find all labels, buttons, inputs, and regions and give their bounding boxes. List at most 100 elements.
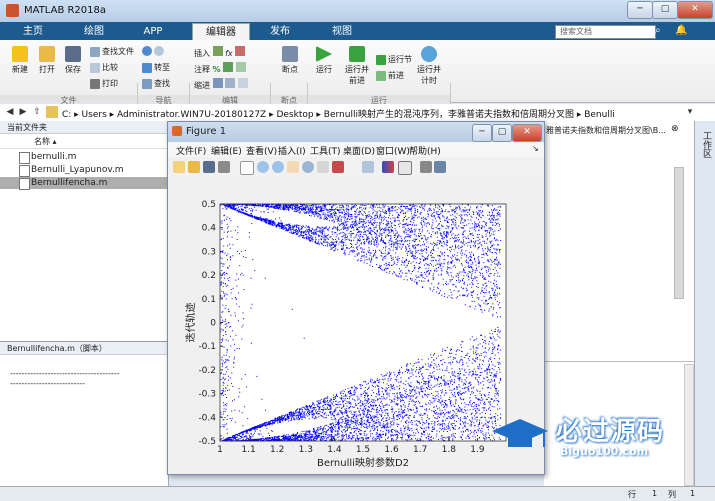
tab-5[interactable]: 视图 (320, 23, 364, 40)
advance-button[interactable]: 前进 (376, 70, 404, 81)
y-tick-label: -0.5 (198, 437, 216, 447)
window-title: MATLAB R2018a (24, 5, 107, 16)
forward-icon[interactable]: ▶ (17, 106, 29, 118)
save-button[interactable]: 保存 (61, 46, 85, 75)
y-tick-label: 0.3 (202, 247, 216, 257)
insert-button[interactable]: 插入 fx (194, 46, 246, 59)
details-line: -------------------------------------- (10, 369, 120, 378)
figure-icon (172, 126, 182, 136)
chevron-down-icon[interactable]: ▾ (684, 106, 696, 118)
figure-menu-item[interactable]: 工具(T) (310, 144, 341, 157)
y-tick-label: 0.1 (202, 295, 216, 305)
editor-toolstrip: 新建 打开 保存 查找文件 比较 打印 转至 查找 插入 fx 注释 % 缩进 … (0, 40, 715, 141)
tab-0[interactable]: 主页 (14, 23, 52, 40)
col-label: 列 (668, 490, 676, 499)
figure-maximize-button[interactable]: ▢ (492, 124, 512, 142)
insert-section-icon (212, 46, 223, 56)
run-section-button[interactable]: 运行节 (376, 54, 412, 65)
open-folder-icon (39, 46, 55, 62)
figure-menu-item[interactable]: 窗口(W) (376, 144, 410, 157)
zoom-out-icon[interactable] (272, 161, 284, 173)
colorbar-icon[interactable] (382, 161, 394, 173)
tab-3[interactable]: 编辑器 (192, 23, 250, 41)
y-tick-label: -0.1 (198, 342, 216, 352)
run-advance-button[interactable]: 运行并 前进 (342, 46, 372, 86)
list-item[interactable]: bernulli.m (0, 151, 168, 164)
maximize-button[interactable]: ▢ (652, 1, 678, 19)
print-figure-icon[interactable] (218, 161, 230, 173)
new-figure-icon[interactable] (173, 161, 185, 173)
figure-menu-item[interactable]: 查看(V) (246, 144, 277, 157)
tab-4[interactable]: 发布 (258, 23, 302, 40)
x-tick-label: 1.7 (413, 445, 427, 455)
comment-button[interactable]: 注释 % (194, 62, 246, 75)
indent-button[interactable]: 缩进 (194, 78, 248, 91)
rotate-icon[interactable] (302, 161, 314, 173)
back-icon (142, 46, 152, 56)
hide-tools-icon[interactable] (420, 161, 432, 173)
figure-close-button[interactable]: ✕ (512, 124, 542, 142)
run-button[interactable]: 运行 (312, 46, 336, 75)
figure-menu-item[interactable]: 插入(I) (278, 144, 306, 157)
matlab-logo-icon (6, 4, 19, 17)
comment-icon (223, 62, 234, 72)
breakpoints-button[interactable]: 断点 (276, 46, 304, 75)
print-icon (90, 78, 100, 89)
breadcrumb[interactable]: C: ▸ Users ▸ Administrator.WIN7U-2018012… (62, 107, 615, 120)
figure-menu-item[interactable]: 帮助(H) (409, 144, 441, 157)
search-docs-input[interactable]: 搜索文档 (555, 25, 656, 39)
find-button[interactable]: 查找 (142, 78, 170, 89)
workspace-label[interactable]: 工作区 (700, 131, 713, 158)
insert-template-icon (235, 46, 246, 56)
open-file-icon[interactable] (188, 161, 200, 173)
zoom-in-icon[interactable] (257, 161, 269, 173)
run-time-button[interactable]: 运行并 计时 (414, 46, 444, 86)
minimize-button[interactable]: ─ (627, 1, 653, 19)
show-tools-icon[interactable] (434, 161, 446, 173)
back-icon[interactable]: ◀ (4, 106, 16, 118)
editor-close-icon[interactable]: ⊗ (671, 124, 679, 134)
save-figure-icon[interactable] (203, 161, 215, 173)
editor-scrollbar[interactable] (674, 167, 684, 299)
goto-icon (142, 62, 152, 73)
x-tick-label: 1.3 (299, 445, 313, 455)
workspace-strip[interactable]: 工作区 (694, 121, 715, 486)
y-tick-label: 0.5 (202, 200, 216, 210)
editor-tab[interactable]: 雅普诺夫指数和倍周期分叉图\B... (546, 125, 666, 136)
goto-button[interactable]: 转至 (142, 62, 170, 73)
breakpoint-icon (282, 46, 298, 62)
open-button[interactable]: 打开 (35, 46, 59, 75)
data-cursor-icon[interactable] (317, 161, 329, 173)
figure-menu-item[interactable]: 文件(F) (176, 144, 206, 157)
legend-icon[interactable] (398, 161, 412, 175)
pointer-icon[interactable] (240, 161, 254, 175)
print-button[interactable]: 打印 (90, 78, 118, 89)
list-item[interactable]: Bernulli_Lyapunov.m (0, 164, 168, 177)
back-forward-buttons[interactable] (142, 46, 166, 56)
figure-title: Figure 1 (186, 126, 227, 137)
figure-title-bar[interactable]: Figure 1 ─ ▢ ✕ (168, 122, 544, 142)
name-column-header[interactable]: 名称 ▴ (0, 135, 168, 149)
link-icon[interactable] (362, 161, 374, 173)
details-title: Bernullifencha.m（脚本） (0, 342, 168, 355)
dock-icon[interactable]: ↘ (532, 144, 539, 153)
notification-icon[interactable]: 🔔 (675, 25, 687, 36)
new-button[interactable]: 新建 (8, 46, 32, 75)
x-tick-label: 1 (217, 445, 223, 455)
browse-folder-icon[interactable] (46, 106, 58, 118)
close-button[interactable]: ✕ (677, 1, 713, 19)
compare-button[interactable]: 比较 (90, 62, 118, 73)
figure-menu-item[interactable]: 桌面(D) (343, 144, 375, 157)
pan-icon[interactable] (287, 161, 299, 173)
find-files-button[interactable]: 查找文件 (90, 46, 134, 57)
search-icon[interactable]: ⌕ (655, 25, 667, 37)
list-item[interactable]: Bernullifencha.m (0, 177, 168, 190)
tab-1[interactable]: 绘图 (76, 23, 112, 40)
figure-menu-item[interactable]: 编辑(E) (211, 144, 242, 157)
brush-icon[interactable] (332, 161, 344, 173)
figure-minimize-button[interactable]: ─ (472, 124, 492, 142)
group-file-label: 文件 (0, 95, 137, 105)
tab-2[interactable]: APP (133, 23, 173, 40)
details-line: -------------------------- (10, 379, 86, 388)
up-folder-icon[interactable]: ⇧ (31, 106, 43, 118)
